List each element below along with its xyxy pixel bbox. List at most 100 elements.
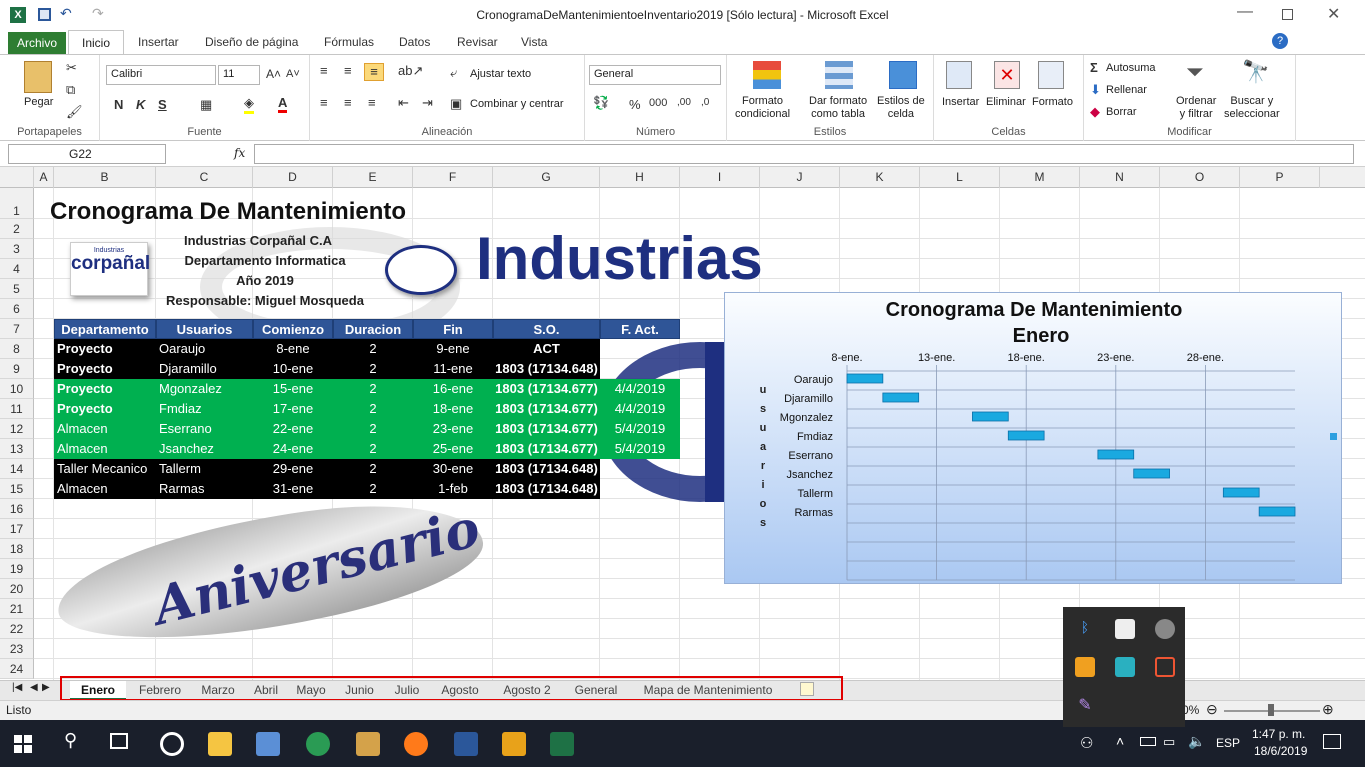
row-header[interactable]: 15	[0, 479, 34, 499]
maximize-button[interactable]	[1282, 9, 1293, 20]
autosum-button[interactable]: Autosuma	[1106, 62, 1156, 74]
table-cell-user[interactable]: Jsanchez	[156, 439, 253, 459]
row-header[interactable]: 24	[0, 659, 34, 679]
currency-icon[interactable]: 💱	[593, 95, 609, 111]
cell-styles-icon[interactable]	[889, 61, 917, 89]
row-header[interactable]: 13	[0, 439, 34, 459]
autosum-icon[interactable]: Σ	[1090, 60, 1098, 75]
clear-button[interactable]: Borrar	[1106, 106, 1137, 118]
visio-icon[interactable]	[454, 732, 478, 756]
tab-vista[interactable]: Vista	[521, 35, 547, 49]
table-header-cell[interactable]: Fin	[413, 319, 493, 339]
row-header[interactable]: 3	[0, 239, 34, 259]
network-icon[interactable]: ▭	[1163, 734, 1175, 750]
row-header[interactable]: 5	[0, 279, 34, 299]
gantt-chart[interactable]: Cronograma De Mantenimiento Enero usuari…	[724, 292, 1342, 584]
clock-time[interactable]: 1:47 p. m.	[1252, 727, 1305, 741]
column-header[interactable]: C	[156, 167, 253, 188]
table-header-cell[interactable]: Comienzo	[253, 319, 333, 339]
people-icon[interactable]: ⚇	[1080, 734, 1093, 752]
align-left-icon[interactable]: ≡	[320, 95, 328, 110]
name-box[interactable]: G22	[8, 144, 166, 164]
row-header[interactable]: 1	[0, 188, 34, 219]
format-as-table-icon[interactable]	[825, 61, 853, 89]
table-cell-so[interactable]: 1803 (17134.648)	[493, 479, 600, 499]
table-cell-user[interactable]: Mgonzalez	[156, 379, 253, 399]
volume-icon[interactable]: 🔈	[1188, 733, 1205, 750]
font-name-combo[interactable]: Calibri	[106, 65, 216, 85]
table-cell-so[interactable]: 1803 (17134.677)	[493, 379, 600, 399]
select-all-corner[interactable]	[0, 167, 34, 188]
sort-filter-icon[interactable]: ⏷	[1186, 59, 1204, 85]
table-header-cell[interactable]: S.O.	[493, 319, 600, 339]
row-header[interactable]: 11	[0, 399, 34, 419]
table-cell-start[interactable]: 10-ene	[253, 359, 333, 379]
table-cell-end[interactable]: 16-ene	[413, 379, 493, 399]
table-cell-start[interactable]: 17-ene	[253, 399, 333, 419]
cell-styles-button[interactable]: Estilos de celda	[877, 95, 925, 121]
orientation-icon[interactable]: ab↗	[398, 63, 423, 79]
font-color-icon[interactable]: A	[278, 95, 288, 113]
tab-archivo[interactable]: Archivo	[8, 32, 66, 54]
column-header[interactable]: L	[920, 167, 1000, 188]
table-cell-dur[interactable]: 2	[333, 379, 413, 399]
wrap-text-button[interactable]: Ajustar texto	[470, 68, 531, 80]
column-header[interactable]: O	[1160, 167, 1240, 188]
table-header-cell[interactable]: Departamento	[54, 319, 156, 339]
column-header[interactable]: I	[680, 167, 760, 188]
security-shield-icon[interactable]	[1115, 619, 1135, 639]
table-cell-dept[interactable]: Proyecto	[54, 339, 156, 359]
merge-center-icon[interactable]: ▣	[450, 96, 462, 112]
table-cell-user[interactable]: Rarmas	[156, 479, 253, 499]
table-cell-user[interactable]: Djaramillo	[156, 359, 253, 379]
table-cell-dept[interactable]: Proyecto	[54, 399, 156, 419]
table-cell-start[interactable]: 22-ene	[253, 419, 333, 439]
table-header-cell[interactable]: F. Act.	[600, 319, 680, 339]
table-cell-dur[interactable]: 2	[333, 359, 413, 379]
conditional-format-button[interactable]: Formato condicional	[735, 95, 790, 121]
table-cell-fact[interactable]: 4/4/2019	[600, 399, 680, 419]
column-header[interactable]: N	[1080, 167, 1160, 188]
table-cell-so[interactable]: 1803 (17134.677)	[493, 399, 600, 419]
table-cell-dept[interactable]: Taller Mecanico	[54, 459, 156, 479]
red-tray-icon[interactable]	[1155, 657, 1175, 677]
excel-taskbar-icon[interactable]	[550, 732, 574, 756]
row-header[interactable]: 23	[0, 639, 34, 659]
shrink-font-icon[interactable]: A˅	[286, 68, 300, 80]
find-select-button[interactable]: Buscar y seleccionar	[1224, 95, 1280, 121]
align-center-icon[interactable]: ≡	[344, 95, 352, 110]
column-header[interactable]: B	[54, 167, 156, 188]
table-cell-dur[interactable]: 2	[333, 419, 413, 439]
column-header[interactable]: A	[34, 167, 54, 188]
chart-resize-handle[interactable]	[1330, 433, 1337, 440]
table-cell-end[interactable]: 9-ene	[413, 339, 493, 359]
borders-icon[interactable]: ▦	[200, 97, 212, 113]
column-header[interactable]: P	[1240, 167, 1320, 188]
insert-cells-icon[interactable]	[946, 61, 972, 89]
insert-cells-button[interactable]: Insertar	[942, 96, 979, 108]
cut-icon[interactable]: ✂	[66, 60, 77, 76]
column-header[interactable]: F	[413, 167, 493, 188]
zoom-out-icon[interactable]: ⊖	[1206, 701, 1218, 718]
tab-insertar[interactable]: Insertar	[138, 35, 179, 49]
table-cell-start[interactable]: 24-ene	[253, 439, 333, 459]
onedrive-icon[interactable]	[1155, 619, 1175, 639]
table-cell-so[interactable]: 1803 (17134.648)	[493, 359, 600, 379]
firefox-icon[interactable]	[404, 732, 428, 756]
table-cell-end[interactable]: 25-ene	[413, 439, 493, 459]
row-header[interactable]: 2	[0, 219, 34, 239]
network-app-icon[interactable]	[256, 732, 280, 756]
formula-input[interactable]	[254, 144, 1354, 164]
table-cell-start[interactable]: 8-ene	[253, 339, 333, 359]
table-cell-fact[interactable]: 4/4/2019	[600, 379, 680, 399]
decrease-decimal-icon[interactable]: ,0	[701, 97, 709, 108]
grow-font-icon[interactable]: A˄	[266, 67, 281, 81]
align-right-icon[interactable]: ≡	[368, 95, 376, 110]
column-header[interactable]: K	[840, 167, 920, 188]
table-cell-user[interactable]: Eserrano	[156, 419, 253, 439]
format-cells-icon[interactable]	[1038, 61, 1064, 89]
row-header[interactable]: 9	[0, 359, 34, 379]
tab-formulas[interactable]: Fórmulas	[324, 35, 374, 49]
find-select-icon[interactable]: 🔭	[1242, 59, 1269, 85]
fill-color-icon[interactable]: ◈	[244, 95, 254, 114]
